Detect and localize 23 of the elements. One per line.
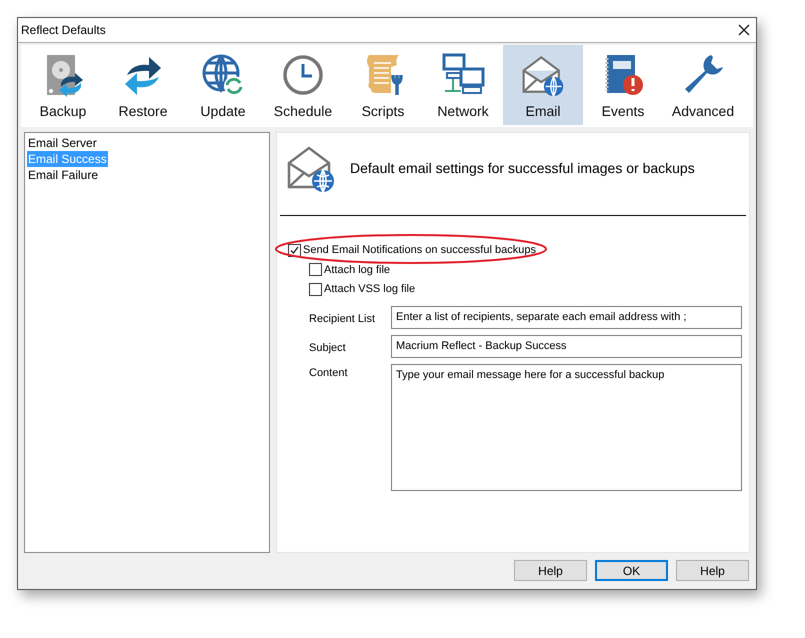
input-field[interactable]: Macrium Reflect - Backup Success (391, 334, 742, 358)
globe-refresh-icon (201, 53, 245, 97)
field-label: Content (309, 366, 349, 380)
field-label: Recipient List (309, 312, 376, 326)
dialog-button[interactable]: Help (514, 560, 587, 581)
sidebar-item[interactable]: Email Server (27, 135, 98, 151)
dialog-button[interactable]: Help (676, 560, 749, 581)
field-label: Subject (309, 340, 347, 356)
input-field[interactable]: Enter a list of recipients, separate each email address with ; (391, 306, 742, 328)
toolbar-button[interactable]: Email (503, 45, 583, 125)
checkbox[interactable] (309, 282, 322, 296)
window-title: Reflect Defaults (21, 22, 106, 39)
envelope-globe-icon (521, 53, 565, 97)
dialog-button[interactable]: OK (595, 560, 668, 581)
sidebar-item[interactable]: Email Failure (27, 167, 100, 183)
computers-icon (441, 53, 485, 97)
close-icon[interactable] (738, 24, 750, 36)
checkbox-option[interactable]: Attach log file (309, 262, 390, 278)
panel-heading: Default email settings for successful images or backups (350, 158, 695, 178)
content-textarea[interactable]: Type your email message here for a successful backup (391, 364, 742, 490)
clock-icon (281, 53, 325, 97)
checkbox[interactable] (309, 263, 322, 276)
checkbox-option[interactable]: Attach VSS log file (309, 281, 416, 298)
